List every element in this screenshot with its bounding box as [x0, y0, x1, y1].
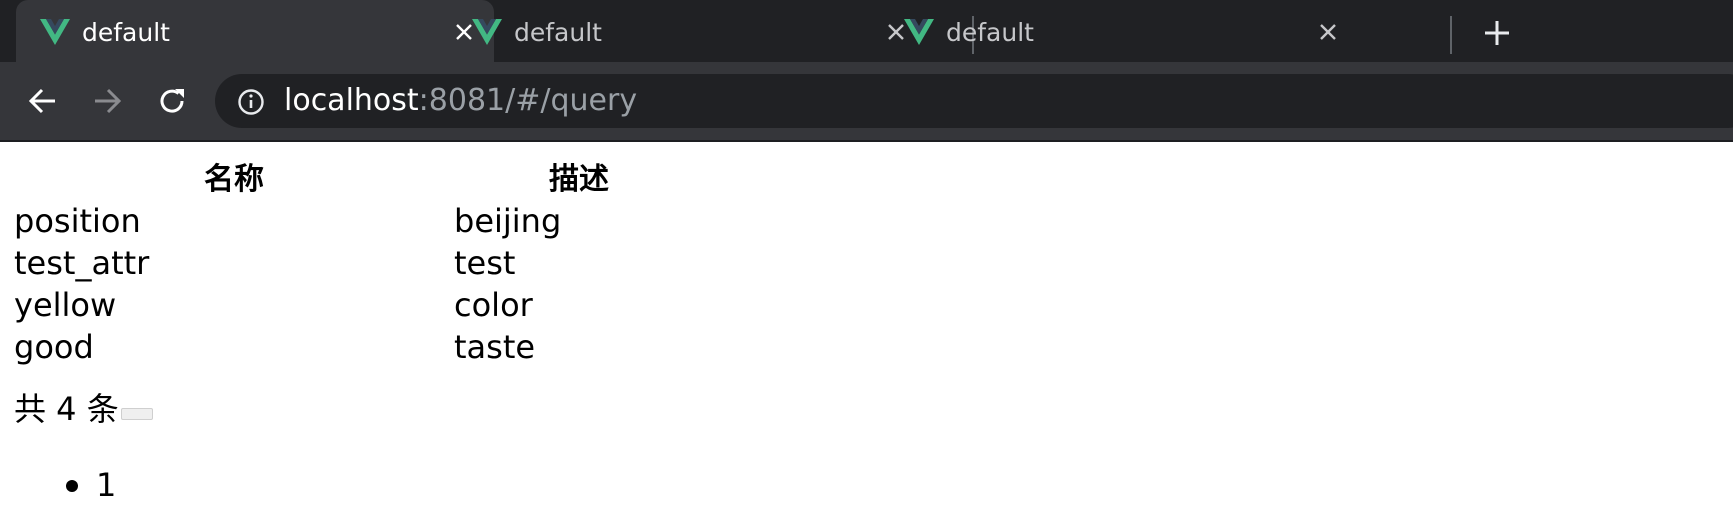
tab-strip: default default default — [0, 0, 1733, 62]
arrow-left-icon[interactable] — [26, 84, 60, 118]
address-bar[interactable]: localhost:8081/#/query — [215, 74, 1733, 128]
plus-icon[interactable] — [1480, 16, 1514, 50]
cell-description: color — [454, 286, 533, 324]
column-header-description: 描述 — [549, 162, 609, 197]
column-header-name: 名称 — [204, 162, 264, 197]
pagination-total-text: 共 4 条 — [14, 390, 119, 428]
cell-description: taste — [454, 328, 536, 366]
info-icon[interactable] — [237, 88, 265, 116]
vue-logo-icon — [904, 19, 934, 45]
query-table: 名称 描述 position beijing test_attr test ye… — [14, 160, 704, 368]
table-header-row: 名称 描述 — [14, 160, 704, 200]
browser-toolbar: localhost:8081/#/query — [0, 62, 1733, 142]
page-number: 1 — [96, 466, 117, 504]
cell-description: beijing — [454, 202, 562, 240]
tab-title: default — [82, 18, 170, 47]
pagination-page-item[interactable]: 1 — [50, 464, 116, 506]
close-icon[interactable] — [1318, 22, 1338, 42]
browser-tab-3[interactable]: default — [880, 0, 1358, 62]
browser-tab-2[interactable]: default — [448, 0, 926, 62]
table-row: position beijing — [14, 200, 704, 242]
cell-name: good — [14, 328, 94, 366]
cell-description: test — [454, 244, 516, 282]
url-host: localhost — [284, 83, 419, 118]
url-text[interactable]: localhost:8081/#/query — [284, 83, 637, 119]
pagination-total: 共 4 条 — [14, 388, 153, 430]
tab-title: default — [514, 18, 602, 47]
pagination-pager: 1 — [50, 464, 116, 506]
page-content: 名称 描述 position beijing test_attr test ye… — [0, 142, 1733, 531]
cell-name: yellow — [14, 286, 117, 324]
arrow-right-icon[interactable] — [90, 84, 124, 118]
table-row: test_attr test — [14, 242, 704, 284]
reload-icon[interactable] — [155, 84, 189, 118]
pagination-prev-button[interactable] — [120, 408, 153, 420]
cell-name: test_attr — [14, 244, 150, 282]
table-row: yellow color — [14, 284, 704, 326]
vue-logo-icon — [40, 19, 70, 45]
bullet-icon — [66, 480, 78, 492]
cell-name: position — [14, 202, 141, 240]
browser-tab-1[interactable]: default — [16, 0, 494, 62]
table-row: good taste — [14, 326, 704, 368]
url-path: :8081/#/query — [418, 83, 638, 118]
tab-title: default — [946, 18, 1034, 47]
vue-logo-icon — [472, 19, 502, 45]
tab-separator — [1450, 16, 1452, 54]
